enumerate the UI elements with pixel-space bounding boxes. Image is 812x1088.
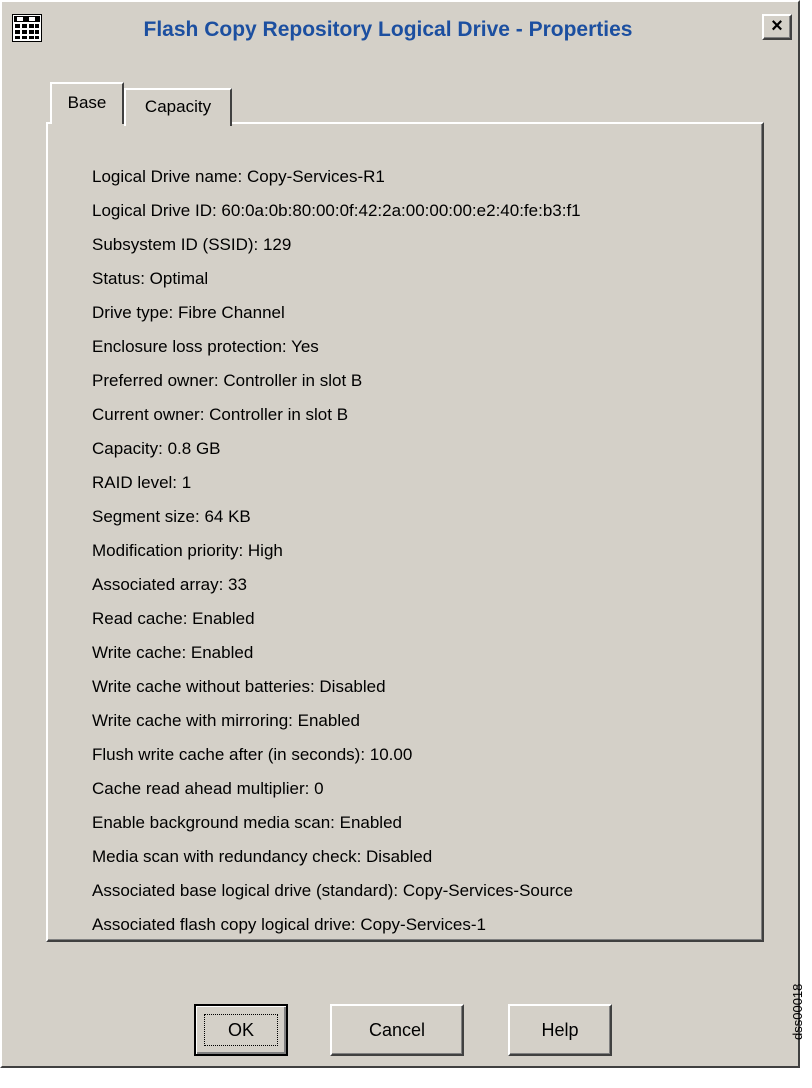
tab-base-label: Base [67,93,107,112]
tab-capacity[interactable]: Capacity [124,88,232,126]
property-associated-base-drive: Associated base logical drive (standard)… [92,881,573,900]
property-list: Logical Drive name: Copy-Services-R1 Log… [92,160,581,942]
property-read-cache: Read cache: Enabled [92,609,255,628]
properties-dialog: Flash Copy Repository Logical Drive - Pr… [0,0,800,1068]
property-drive-type: Drive type: Fibre Channel [92,303,285,322]
property-write-cache-with-mirroring: Write cache with mirroring: Enabled [92,711,361,730]
property-subsystem-id: Subsystem ID (SSID): 129 [92,235,292,254]
ok-button-label: OK [204,1014,278,1046]
title-bar[interactable]: Flash Copy Repository Logical Drive - Pr… [4,4,796,56]
property-current-owner: Current owner: Controller in slot B [92,405,349,424]
tab-capacity-label: Capacity [144,97,212,116]
base-tab-panel: Logical Drive name: Copy-Services-R1 Log… [46,122,764,942]
property-write-cache-without-batteries: Write cache without batteries: Disabled [92,677,386,696]
figure-id-label: dss00018 [790,983,805,1040]
property-segment-size: Segment size: 64 KB [92,507,251,526]
property-logical-drive-name: Logical Drive name: Copy-Services-R1 [92,167,385,186]
property-media-scan-redundancy: Media scan with redundancy check: Disabl… [92,847,433,866]
property-logical-drive-id: Logical Drive ID: 60:0a:0b:80:00:0f:42:2… [92,201,581,220]
property-associated-array: Associated array: 33 [92,575,247,594]
property-status: Status: Optimal [92,269,209,288]
close-icon: × [771,15,783,37]
property-cache-read-ahead: Cache read ahead multiplier: 0 [92,779,324,798]
close-button[interactable]: × [762,14,792,40]
property-write-cache: Write cache: Enabled [92,643,254,662]
window-title: Flash Copy Repository Logical Drive - Pr… [143,18,633,41]
property-flush-write-cache: Flush write cache after (in seconds): 10… [92,745,413,764]
property-capacity: Capacity: 0.8 GB [92,439,221,458]
property-raid-level: RAID level: 1 [92,473,192,492]
property-enclosure-loss-protection: Enclosure loss protection: Yes [92,337,319,356]
property-preferred-owner: Preferred owner: Controller in slot B [92,371,363,390]
property-modification-priority: Modification priority: High [92,541,283,560]
cancel-button[interactable]: Cancel [330,1004,464,1056]
ok-button[interactable]: OK [194,1004,288,1056]
property-associated-flash-copy-drive: Associated flash copy logical drive: Cop… [92,915,487,934]
app-grid-icon [12,14,42,42]
property-background-media-scan: Enable background media scan: Enabled [92,813,402,832]
tab-base[interactable]: Base [50,82,124,124]
help-button[interactable]: Help [508,1004,612,1056]
